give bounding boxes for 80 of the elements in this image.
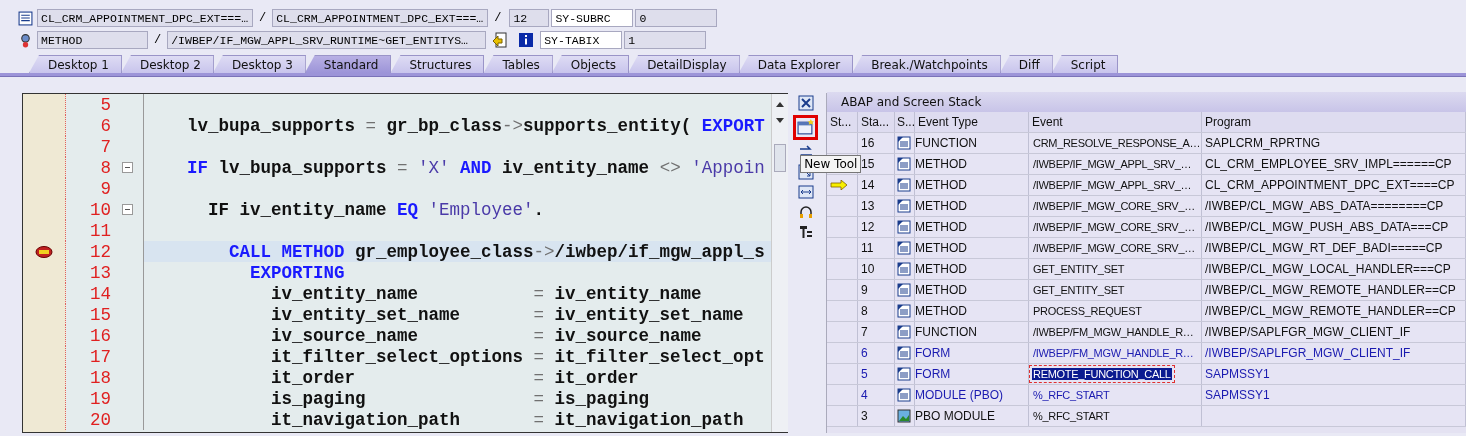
- table-cell: /IWBEP/SAPLFGR_MGW_CLIENT_IF: [1205, 346, 1411, 360]
- table-cell: METHOD: [915, 217, 1029, 237]
- code-line: EXPORTING: [249, 262, 345, 283]
- include-field: CL_CRM_APPOINTMENT_DPC_EXT===…: [37, 9, 253, 27]
- table-cell: 5: [858, 364, 895, 384]
- table-cell: /IWBEP/CL_MGW_REMOTE_HANDLER==CP: [1205, 283, 1456, 297]
- line-number: 5: [99, 94, 111, 115]
- code-line: iv_entity_set_name = iv_entity_set_name: [270, 304, 744, 325]
- code-line: iv_source_name = iv_source_name: [270, 325, 702, 346]
- table-cell: CL_CRM_APPOINTMENT_DPC_EXT====CP: [1205, 178, 1455, 192]
- table-cell: 12: [858, 217, 895, 237]
- table-cell: PBO MODULE: [915, 406, 1029, 426]
- line-number: 11: [89, 220, 111, 241]
- table-cell: 13: [858, 196, 895, 216]
- table-cell: METHOD: [915, 280, 1029, 300]
- line-number: 17: [89, 346, 111, 367]
- table-cell: /IWBEP/CL_MGW_PUSH_ABS_DATA===CP: [1205, 220, 1449, 234]
- table-cell: /IWBEP/CL_MGW_RT_DEF_BADI=====CP: [1205, 241, 1443, 255]
- table-cell: 14: [858, 175, 895, 195]
- code-line: it_order = it_order: [270, 367, 639, 388]
- code-line: iv_entity_name = iv_entity_name: [270, 283, 702, 304]
- table-cell: 6: [858, 343, 895, 363]
- value-field: 1: [624, 31, 707, 49]
- table-cell: 10: [858, 259, 895, 279]
- type-field: METHOD: [37, 31, 148, 49]
- table-cell: 9: [858, 280, 895, 300]
- line-number: 16: [89, 325, 111, 346]
- table-cell: 3: [858, 406, 895, 426]
- table-cell: 16: [858, 133, 895, 153]
- line-number: 8: [99, 157, 111, 178]
- code-line: lv_bupa_supports = gr_bp_class->supports_entity( EXPORT: [186, 115, 765, 136]
- code-line: is_paging = is_paging: [270, 388, 650, 409]
- table-cell: METHOD: [915, 301, 1029, 321]
- code-line: it_filter_select_options = it_filter_select_opt: [270, 346, 765, 367]
- program-field: CL_CRM_APPOINTMENT_DPC_EXT===…: [272, 9, 489, 27]
- line-number: 6: [99, 115, 111, 136]
- table-cell: SAPLCRM_RPRTNG: [1205, 136, 1321, 150]
- table-cell: SAPMSSY1: [1205, 367, 1270, 381]
- code-line: IF lv_bupa_supports = 'X' AND iv_entity_name <> 'Appoin: [186, 157, 765, 178]
- line-number: 18: [89, 367, 111, 388]
- table-cell: /IWBEP/CL_MGW_LOCAL_HANDLER===CP: [1205, 262, 1451, 276]
- table-cell: METHOD: [915, 238, 1029, 258]
- line-number: 15: [89, 304, 111, 325]
- line-number: 12: [89, 241, 111, 262]
- code-line: IF iv_entity_name EQ 'Employee'.: [207, 199, 545, 220]
- table-cell: METHOD: [915, 154, 1029, 174]
- table-cell: MODULE (PBO): [915, 385, 1029, 405]
- line-number: 13: [89, 262, 111, 283]
- code-line: it_navigation_path = it_navigation_path: [270, 409, 744, 430]
- table-cell: 15: [858, 154, 895, 174]
- separator-text: /: [493, 11, 503, 25]
- table-cell: METHOD: [915, 196, 1029, 216]
- separator-text: /: [153, 33, 163, 47]
- table-cell: /IWBEP/CL_MGW_REMOTE_HANDLER==CP: [1205, 304, 1456, 318]
- panel-title: ABAP and Screen Stack: [827, 92, 1466, 112]
- table-cell: METHOD: [915, 259, 1029, 279]
- table-cell: METHOD: [915, 175, 1029, 195]
- table-cell: FUNCTION: [915, 322, 1029, 342]
- code-line: CALL METHOD gr_employee_class->/iwbep/if_mgw_appl_s: [228, 241, 765, 262]
- separator-text: /: [258, 11, 268, 25]
- line-field: 12: [509, 9, 550, 27]
- value-field: 0: [635, 9, 718, 27]
- method-field: /IWBEP/IF_MGW_APPL_SRV_RUNTIME~GET_ENTITYS…: [167, 31, 487, 49]
- table-cell: 7: [858, 322, 895, 342]
- table-cell: /IWBEP/CL_MGW_ABS_DATA========CP: [1205, 199, 1444, 213]
- table-cell: 11: [858, 238, 895, 258]
- line-number: 14: [89, 283, 111, 304]
- table-cell: SAPMSSY1: [1205, 388, 1270, 402]
- table-cell: CL_CRM_EMPLOYEE_SRV_IMPL======CP: [1205, 157, 1452, 171]
- line-number: 7: [99, 136, 111, 157]
- line-number: 10: [89, 199, 111, 220]
- table-cell: FORM: [915, 343, 1029, 363]
- line-number: 9: [99, 178, 111, 199]
- table-cell: FUNCTION: [915, 133, 1029, 153]
- table-cell: /IWBEP/SAPLFGR_MGW_CLIENT_IF: [1205, 325, 1411, 339]
- line-number: 20: [89, 409, 111, 430]
- table-cell: 8: [858, 301, 895, 321]
- table-cell: 4: [858, 385, 895, 405]
- line-number: 19: [89, 388, 111, 409]
- tooltip: New Tool: [800, 155, 862, 173]
